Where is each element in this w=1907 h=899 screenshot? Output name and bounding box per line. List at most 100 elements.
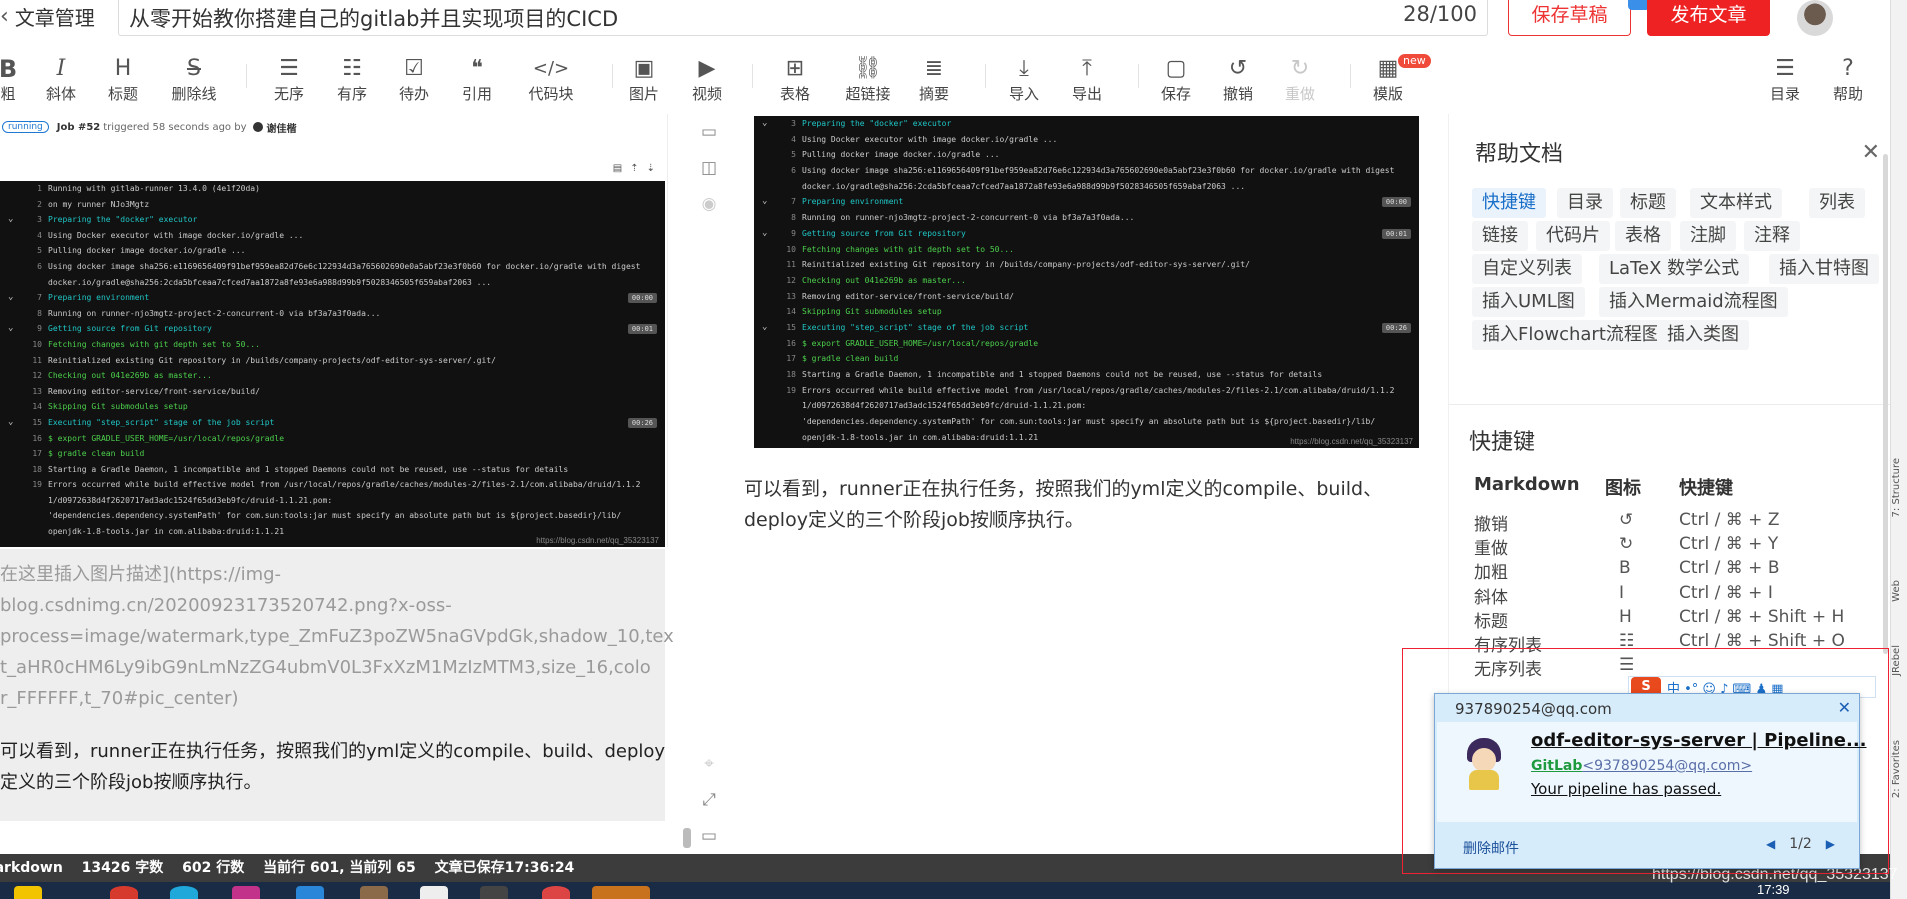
toc-button[interactable]: ☰ 目录 — [1755, 54, 1815, 110]
help-tag[interactable]: 插入甘特图 — [1769, 254, 1879, 284]
log-line-number: 17 — [32, 449, 42, 459]
mail-sender: GitLab<937890254@qq.com> — [1531, 758, 1752, 774]
explorer-icon[interactable] — [14, 886, 42, 899]
chevron-down-icon[interactable]: ⌄ — [762, 116, 767, 132]
close-icon[interactable]: ✕ — [1838, 698, 1851, 717]
app-icon[interactable] — [232, 886, 260, 899]
todo-button[interactable]: ☑ 待办 — [384, 54, 444, 110]
help-divider — [1449, 404, 1891, 405]
log-line-text: Reinitialized existing Git repository in… — [48, 355, 496, 365]
publish-button[interactable]: 发布文章 — [1647, 0, 1770, 36]
help-tag[interactable]: 文本样式 — [1690, 188, 1782, 218]
vscode-icon[interactable] — [296, 886, 324, 899]
edge-icon[interactable] — [170, 886, 198, 899]
video-button[interactable]: ▶ 视频 — [677, 54, 737, 110]
log-line: 18 Starting a Gradle Daemon, 1 incompatib… — [0, 462, 665, 478]
web-tab[interactable]: Web — [1891, 580, 1907, 602]
chevron-down-icon[interactable]: ⌄ — [8, 212, 13, 228]
help-tag[interactable]: 标题 — [1620, 188, 1676, 218]
editor-scrollbar[interactable] — [683, 828, 691, 848]
close-icon[interactable]: ✕ — [1862, 140, 1880, 165]
import-label: 导入 — [1008, 85, 1039, 103]
help-tag[interactable]: 插入UML图 — [1472, 287, 1585, 317]
code-block-button[interactable]: </> 代码块 — [518, 54, 584, 110]
help-tag[interactable]: 快捷键 — [1472, 188, 1546, 218]
log-line-number: 19 — [32, 480, 42, 490]
toolbar-divider — [1350, 64, 1351, 88]
help-tag[interactable]: 自定义列表 — [1472, 254, 1582, 284]
help-tag[interactable]: 注脚 — [1680, 221, 1736, 251]
help-button[interactable]: ? 帮助 — [1818, 54, 1878, 110]
quote-button[interactable]: ❝ 引用 — [447, 54, 507, 110]
chrome-icon[interactable] — [110, 886, 138, 899]
heading-button[interactable]: H 标题 — [93, 54, 153, 110]
structure-tab[interactable]: 7: Structure — [1891, 458, 1907, 517]
app-icon[interactable] — [360, 886, 388, 899]
status-words: 13426 字数 — [81, 860, 164, 876]
strikethrough-button[interactable]: S 删除线 — [164, 54, 224, 110]
help-tag[interactable]: 插入类图 — [1657, 320, 1749, 350]
mail-pager: ◀ 1/2 ▶ — [1766, 836, 1835, 852]
jrebel-tab[interactable]: JRebel — [1891, 645, 1907, 676]
terminal-icon[interactable] — [480, 886, 508, 899]
log-line: 4 Using Docker executor with image docker… — [0, 228, 665, 244]
unordered-list-button[interactable]: ☰ 无序 — [259, 54, 319, 110]
chevron-down-icon[interactable]: ⌄ — [762, 194, 767, 210]
help-tag[interactable]: 目录 — [1557, 188, 1613, 218]
export-button[interactable]: ⤒ 导出 — [1057, 54, 1117, 110]
help-tag[interactable]: 注释 — [1744, 221, 1800, 251]
article-manage-link[interactable]: ‹ 文章管理 — [0, 2, 95, 30]
prev-arrow-icon[interactable]: ◀ — [1766, 837, 1775, 851]
ordered-list-button[interactable]: ☷ 有序 — [322, 54, 382, 110]
help-tag[interactable]: 插入Flowchart流程图 — [1472, 320, 1670, 350]
log-line-text: Using docker image sha256:e1169656409f91… — [802, 166, 1395, 176]
app-icon[interactable] — [420, 886, 448, 899]
log-line: ⌄ 7 Preparing environment 00:00 — [754, 194, 1419, 210]
save-draft-button[interactable]: 保存草稿 — [1508, 0, 1631, 36]
help-scrollbar[interactable] — [1883, 154, 1888, 654]
help-tag[interactable]: 列表 — [1809, 188, 1865, 218]
mail-sender-address[interactable]: <937890254@qq.com> — [1582, 758, 1752, 774]
app-icon[interactable] — [542, 886, 570, 899]
sync-scroll-icon[interactable]: ⌖ — [699, 754, 719, 774]
fullscreen-icon[interactable]: ⤢ — [699, 790, 719, 810]
split-view-icon[interactable]: ◫ — [699, 158, 719, 178]
summary-button[interactable]: ≣ 摘要 — [904, 54, 964, 110]
editor-only-icon[interactable]: ▭ — [699, 122, 719, 142]
user-avatar[interactable] — [1797, 0, 1833, 36]
import-button[interactable]: ⤓ 导入 — [994, 54, 1054, 110]
help-tag[interactable]: 代码片 — [1536, 221, 1610, 251]
markdown-editor[interactable]: running Job #52 triggered 58 seconds ago… — [0, 114, 690, 854]
italic-label: 斜体 — [45, 85, 76, 103]
chevron-down-icon[interactable]: ⌄ — [8, 415, 13, 431]
log-line: 5 Pulling docker image docker.io/gradle .… — [754, 147, 1419, 163]
help-tag[interactable]: LaTeX 数学公式 — [1599, 254, 1750, 284]
hyperlink-button[interactable]: ⛓ 超链接 — [835, 54, 901, 110]
favorites-tab[interactable]: 2: Favorites — [1891, 740, 1907, 798]
title-input[interactable]: 从零开始教你搭建自己的gitlab并且实现项目的CICD 28/100 — [118, 0, 1488, 36]
redo-button[interactable]: ↻ 重做 — [1270, 54, 1330, 110]
delete-mail-link[interactable]: 删除邮件 — [1463, 838, 1519, 858]
mail-notification[interactable]: 937890254@qq.com ✕ odf-editor-sys-server… — [1434, 693, 1867, 869]
mail-sender-name[interactable]: GitLab — [1531, 758, 1582, 774]
table-button[interactable]: ⊞ 表格 — [765, 54, 825, 110]
chevron-down-icon[interactable]: ⌄ — [8, 290, 13, 306]
mail-body[interactable]: odf-editor-sys-server | Pipeline... GitL… — [1437, 722, 1867, 822]
screen-icon[interactable]: ▭ — [699, 826, 719, 846]
chevron-down-icon[interactable]: ⌄ — [762, 320, 767, 336]
next-arrow-icon[interactable]: ▶ — [1826, 837, 1835, 851]
italic-button[interactable]: I 斜体 — [31, 54, 91, 110]
chevron-down-icon[interactable]: ⌄ — [8, 321, 13, 337]
help-tag[interactable]: 表格 — [1615, 221, 1671, 251]
undo-button[interactable]: ↺ 撤销 — [1208, 54, 1268, 110]
help-tag[interactable]: 链接 — [1472, 221, 1528, 251]
log-line: 1/d0972638d4f2620717ad3adc1524f65dd3eb9f… — [0, 493, 665, 509]
chevron-down-icon[interactable]: ⌄ — [762, 226, 767, 242]
wechat-icon[interactable] — [592, 886, 650, 899]
mail-message[interactable]: Your pipeline has passed. — [1531, 780, 1721, 798]
help-tag[interactable]: 插入Mermaid流程图 — [1599, 287, 1788, 317]
mail-subject[interactable]: odf-editor-sys-server | Pipeline... — [1531, 730, 1867, 751]
preview-eye-icon[interactable]: ◉ — [699, 194, 719, 214]
save-button[interactable]: ▢ 保存 — [1146, 54, 1206, 110]
image-button[interactable]: ▣ 图片 — [614, 54, 674, 110]
